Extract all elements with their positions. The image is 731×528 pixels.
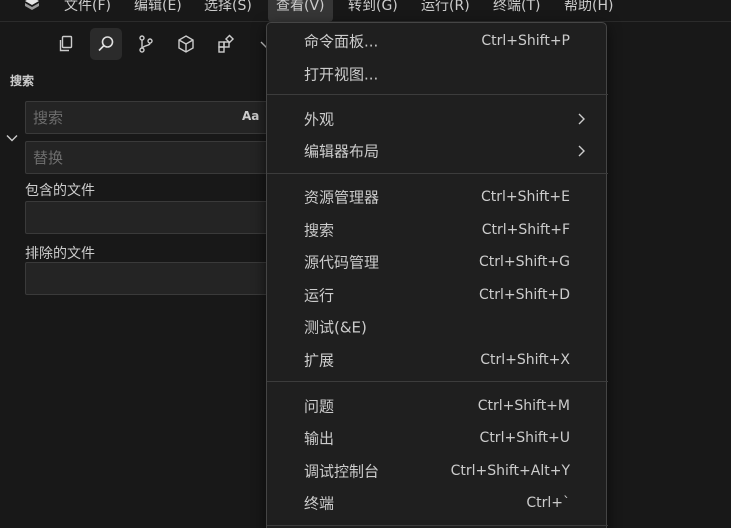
menu-item-label: 命令面板...: [304, 32, 379, 51]
tab-extensions[interactable]: [210, 28, 242, 60]
menu-item-label: 搜索: [304, 221, 335, 240]
sidebar-title: 搜索: [10, 74, 35, 88]
tab-explorer[interactable]: [50, 28, 82, 60]
menu-item-shortcut: Ctrl+Shift+E: [480, 189, 570, 205]
menu-item-search[interactable]: 搜索 Ctrl+Shift+F: [267, 214, 608, 246]
search-field: Aa: [25, 101, 285, 134]
replace-input[interactable]: [26, 142, 284, 173]
menu-item-shortcut: Ctrl+`: [526, 495, 570, 511]
menu-item-label: 资源管理器: [304, 188, 380, 207]
chevron-right-icon: [578, 113, 585, 125]
menubar: 文件(F) 编辑(E) 选择(S) 查看(V) 转到(G) 运行(R) 终端(T…: [0, 0, 731, 22]
menu-item-label: 运行: [304, 286, 335, 305]
menu-item-source-control[interactable]: 源代码管理 Ctrl+Shift+G: [267, 246, 608, 278]
menu-selection[interactable]: 选择(S): [196, 0, 260, 22]
menu-item-shortcut: Ctrl+Shift+F: [481, 222, 570, 238]
menu-item-label: 打开视图...: [304, 65, 379, 84]
menu-file[interactable]: 文件(F): [56, 0, 119, 22]
menu-item-label: 源代码管理: [304, 253, 380, 272]
menu-item-label: 调试控制台: [304, 462, 380, 481]
menu-edit[interactable]: 编辑(E): [126, 0, 190, 22]
chevron-right-icon: [578, 145, 585, 157]
menu-item-label: 终端: [304, 494, 335, 513]
chevron-down-icon[interactable]: [5, 131, 19, 145]
menu-item-shortcut: Ctrl+Shift+U: [479, 430, 570, 446]
include-files-input[interactable]: [26, 202, 284, 233]
view-menu-dropdown: 命令面板... Ctrl+Shift+P 打开视图... 外观 编辑器布局 资源…: [266, 22, 608, 528]
files-icon: [59, 35, 73, 52]
search-icon: [98, 36, 114, 52]
menu-item-label: 扩展: [304, 351, 335, 370]
menu-item-shortcut: Ctrl+Shift+M: [477, 398, 570, 414]
source-control-icon: [139, 35, 153, 53]
menu-item-label: 问题: [304, 397, 335, 416]
exclude-files-label: 排除的文件: [25, 246, 95, 262]
menu-separator: [267, 94, 608, 95]
menu-item-shortcut: Ctrl+Shift+P: [481, 33, 570, 49]
menu-item-debug-console[interactable]: 调试控制台 Ctrl+Shift+Alt+Y: [267, 455, 608, 487]
menu-separator: [267, 173, 608, 174]
menu-item-run[interactable]: 运行 Ctrl+Shift+D: [267, 279, 608, 311]
menu-item-output[interactable]: 输出 Ctrl+Shift+U: [267, 422, 608, 454]
menu-item-shortcut: Ctrl+Shift+G: [478, 254, 570, 270]
menu-separator: [267, 381, 608, 382]
tab-run-debug[interactable]: [170, 28, 202, 60]
menu-item-shortcut: Ctrl+Shift+Alt+Y: [450, 463, 570, 479]
menu-item-open-view[interactable]: 打开视图...: [267, 58, 608, 90]
menu-item-terminal[interactable]: 终端 Ctrl+`: [267, 487, 608, 519]
menu-item-editor-layout[interactable]: 编辑器布局: [267, 135, 608, 167]
menu-item-command-palette[interactable]: 命令面板... Ctrl+Shift+P: [267, 25, 608, 57]
menu-item-label: 测试(&E): [304, 318, 367, 337]
exclude-files-field: [25, 262, 285, 295]
menu-item-shortcut: Ctrl+Shift+X: [480, 352, 570, 368]
menu-item-testing[interactable]: 测试(&E): [267, 311, 608, 343]
menu-item-label: 编辑器布局: [304, 142, 380, 161]
menu-view[interactable]: 查看(V): [268, 0, 333, 22]
include-files-field: [25, 201, 285, 234]
menu-item-label: 外观: [304, 110, 335, 129]
vscode-window: 文件(F) 编辑(E) 选择(S) 查看(V) 转到(G) 运行(R) 终端(T…: [0, 0, 731, 528]
exclude-files-input[interactable]: [26, 263, 284, 294]
tab-source-control[interactable]: [130, 28, 162, 60]
menu-item-appearance[interactable]: 外观: [267, 103, 608, 135]
menu-item-shortcut: Ctrl+Shift+D: [479, 287, 570, 303]
extensions-icon: [218, 34, 235, 53]
menu-item-problems[interactable]: 问题 Ctrl+Shift+M: [267, 390, 608, 422]
menu-go[interactable]: 转到(G): [340, 0, 406, 22]
search-sidebar: 搜索 Aa 包含的文件 排除的文件: [0, 22, 285, 528]
cube-icon: [178, 35, 194, 53]
tab-search[interactable]: [90, 28, 122, 60]
menu-item-explorer[interactable]: 资源管理器 Ctrl+Shift+E: [267, 181, 608, 213]
menu-separator: [267, 525, 608, 526]
menu-terminal[interactable]: 终端(T): [485, 0, 548, 22]
menu-item-extensions[interactable]: 扩展 Ctrl+Shift+X: [267, 344, 608, 376]
replace-field: [25, 141, 285, 174]
app-logo-icon: [25, 0, 39, 10]
menu-item-label: 输出: [304, 429, 335, 448]
menu-run[interactable]: 运行(R): [413, 0, 478, 22]
menu-help[interactable]: 帮助(H): [556, 0, 621, 22]
include-files-label: 包含的文件: [25, 183, 95, 199]
match-case-toggle[interactable]: Aa: [242, 109, 259, 123]
